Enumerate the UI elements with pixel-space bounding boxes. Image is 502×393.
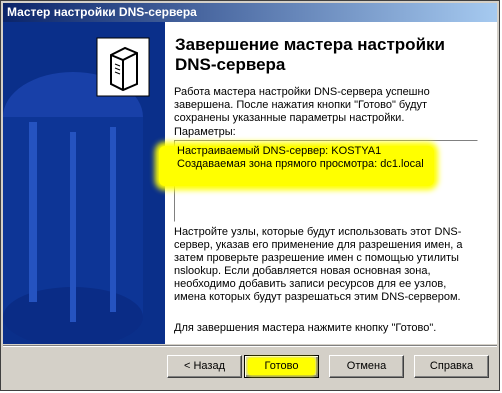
param-dns-server: Настраиваемый DNS-сервер: KOSTYA1 — [177, 145, 382, 157]
wizard-window: Мастер настройки DNS-сервера Завершение … — [0, 0, 500, 391]
button-separator — [3, 345, 497, 347]
param-forward-zone: Создаваемая зона прямого просмотра: dc1.… — [177, 158, 424, 170]
cancel-button[interactable]: Отмена — [329, 355, 404, 378]
cancel-button-label: Отмена — [346, 360, 387, 372]
window-title: Мастер настройки DNS-сервера — [7, 5, 197, 19]
banner-graphic — [3, 22, 165, 344]
finish-instruction: Для завершения мастера нажмите кнопку "Г… — [174, 322, 437, 334]
params-box[interactable]: Настраиваемый DNS-сервер: KOSTYA1 Создав… — [159, 140, 478, 222]
help-button-label: Справка — [429, 360, 474, 372]
wizard-content: Завершение мастера настройки DNS-сервера… — [159, 22, 497, 344]
intro-text: Работа мастера настройки DNS-сервера усп… — [174, 86, 430, 124]
finish-button[interactable]: Готово — [244, 355, 319, 378]
title-bar[interactable]: Мастер настройки DNS-сервера — [3, 3, 497, 22]
server-icon — [96, 37, 150, 97]
params-label: Параметры: — [174, 126, 236, 138]
back-button[interactable]: < Назад — [167, 355, 242, 378]
wizard-banner — [3, 22, 165, 344]
page-title: Завершение мастера настройки DNS-сервера — [175, 35, 445, 74]
instructions-text: Настройте узлы, которые будут использова… — [174, 226, 463, 303]
finish-button-label: Готово — [264, 360, 299, 372]
help-button[interactable]: Справка — [414, 355, 489, 378]
back-button-label: < Назад — [184, 360, 225, 372]
